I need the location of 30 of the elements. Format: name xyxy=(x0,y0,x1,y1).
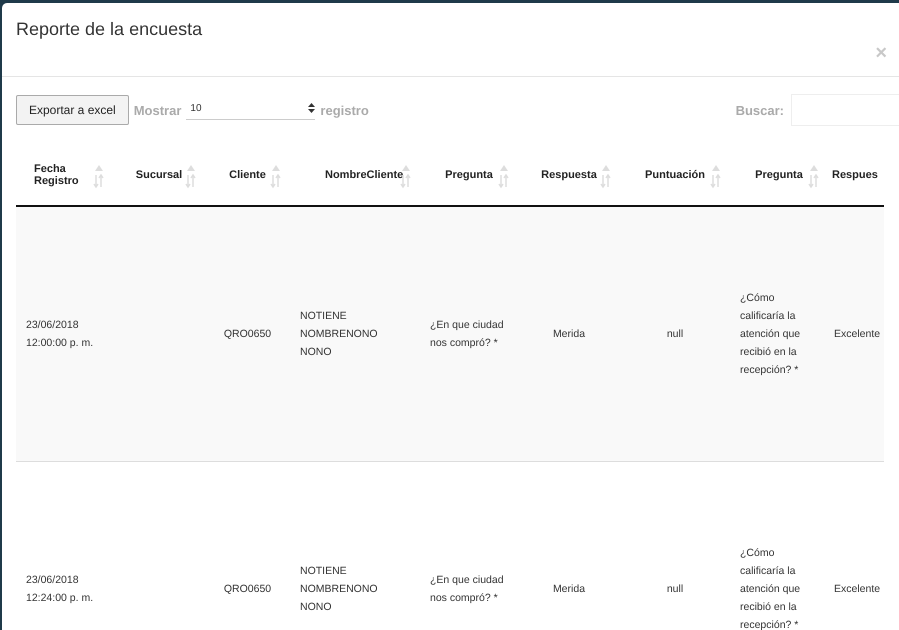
modal-title: Reporte de la encuesta xyxy=(16,19,202,40)
table-cell: ¿Cómo calificaría la atención que recibió en la recepción? * xyxy=(740,547,800,630)
table-cell: QRO0650 xyxy=(224,328,272,340)
table-cell: QRO0650 xyxy=(224,583,272,595)
table-cell: ¿En que ciudad nos compró? * xyxy=(430,574,504,604)
table-cell: NOTIENE NOMBRENONO NONO xyxy=(300,565,378,613)
sort-icon xyxy=(498,165,510,189)
sort-icon xyxy=(710,165,722,189)
table-cell: 23/06/2018 12:00:00 p. m. xyxy=(26,319,94,349)
table-cell: null xyxy=(666,583,684,595)
table-cell: Merida xyxy=(552,328,586,340)
table-cell: 23/06/2018 12:24:00 p. m. xyxy=(26,574,94,604)
records-label: registro xyxy=(320,102,369,118)
table-cell: null xyxy=(666,328,684,340)
export-button[interactable]: Exportar a excel xyxy=(16,95,129,125)
search-label: Buscar: xyxy=(736,102,784,118)
sort-icon xyxy=(270,165,282,189)
sort-icon xyxy=(93,165,105,189)
sort-icon xyxy=(600,165,612,189)
show-label: Mostrar xyxy=(134,102,182,118)
table-cell: ¿Cómo calificaría la atención que recibió en la recepción? * xyxy=(740,292,800,376)
table-cell: Excelente xyxy=(834,328,880,340)
table-cell: NOTIENE NOMBRENONO NONO xyxy=(300,310,378,358)
sort-icon xyxy=(808,165,820,189)
page-size-select[interactable]: 10 xyxy=(186,100,316,120)
table-cell: ¿En que ciudad nos compró? * xyxy=(430,319,504,349)
sort-icon xyxy=(185,165,197,189)
table-cell: Excelente xyxy=(834,583,880,595)
up-down-icon xyxy=(308,103,316,113)
table-cell: Merida xyxy=(552,583,586,595)
